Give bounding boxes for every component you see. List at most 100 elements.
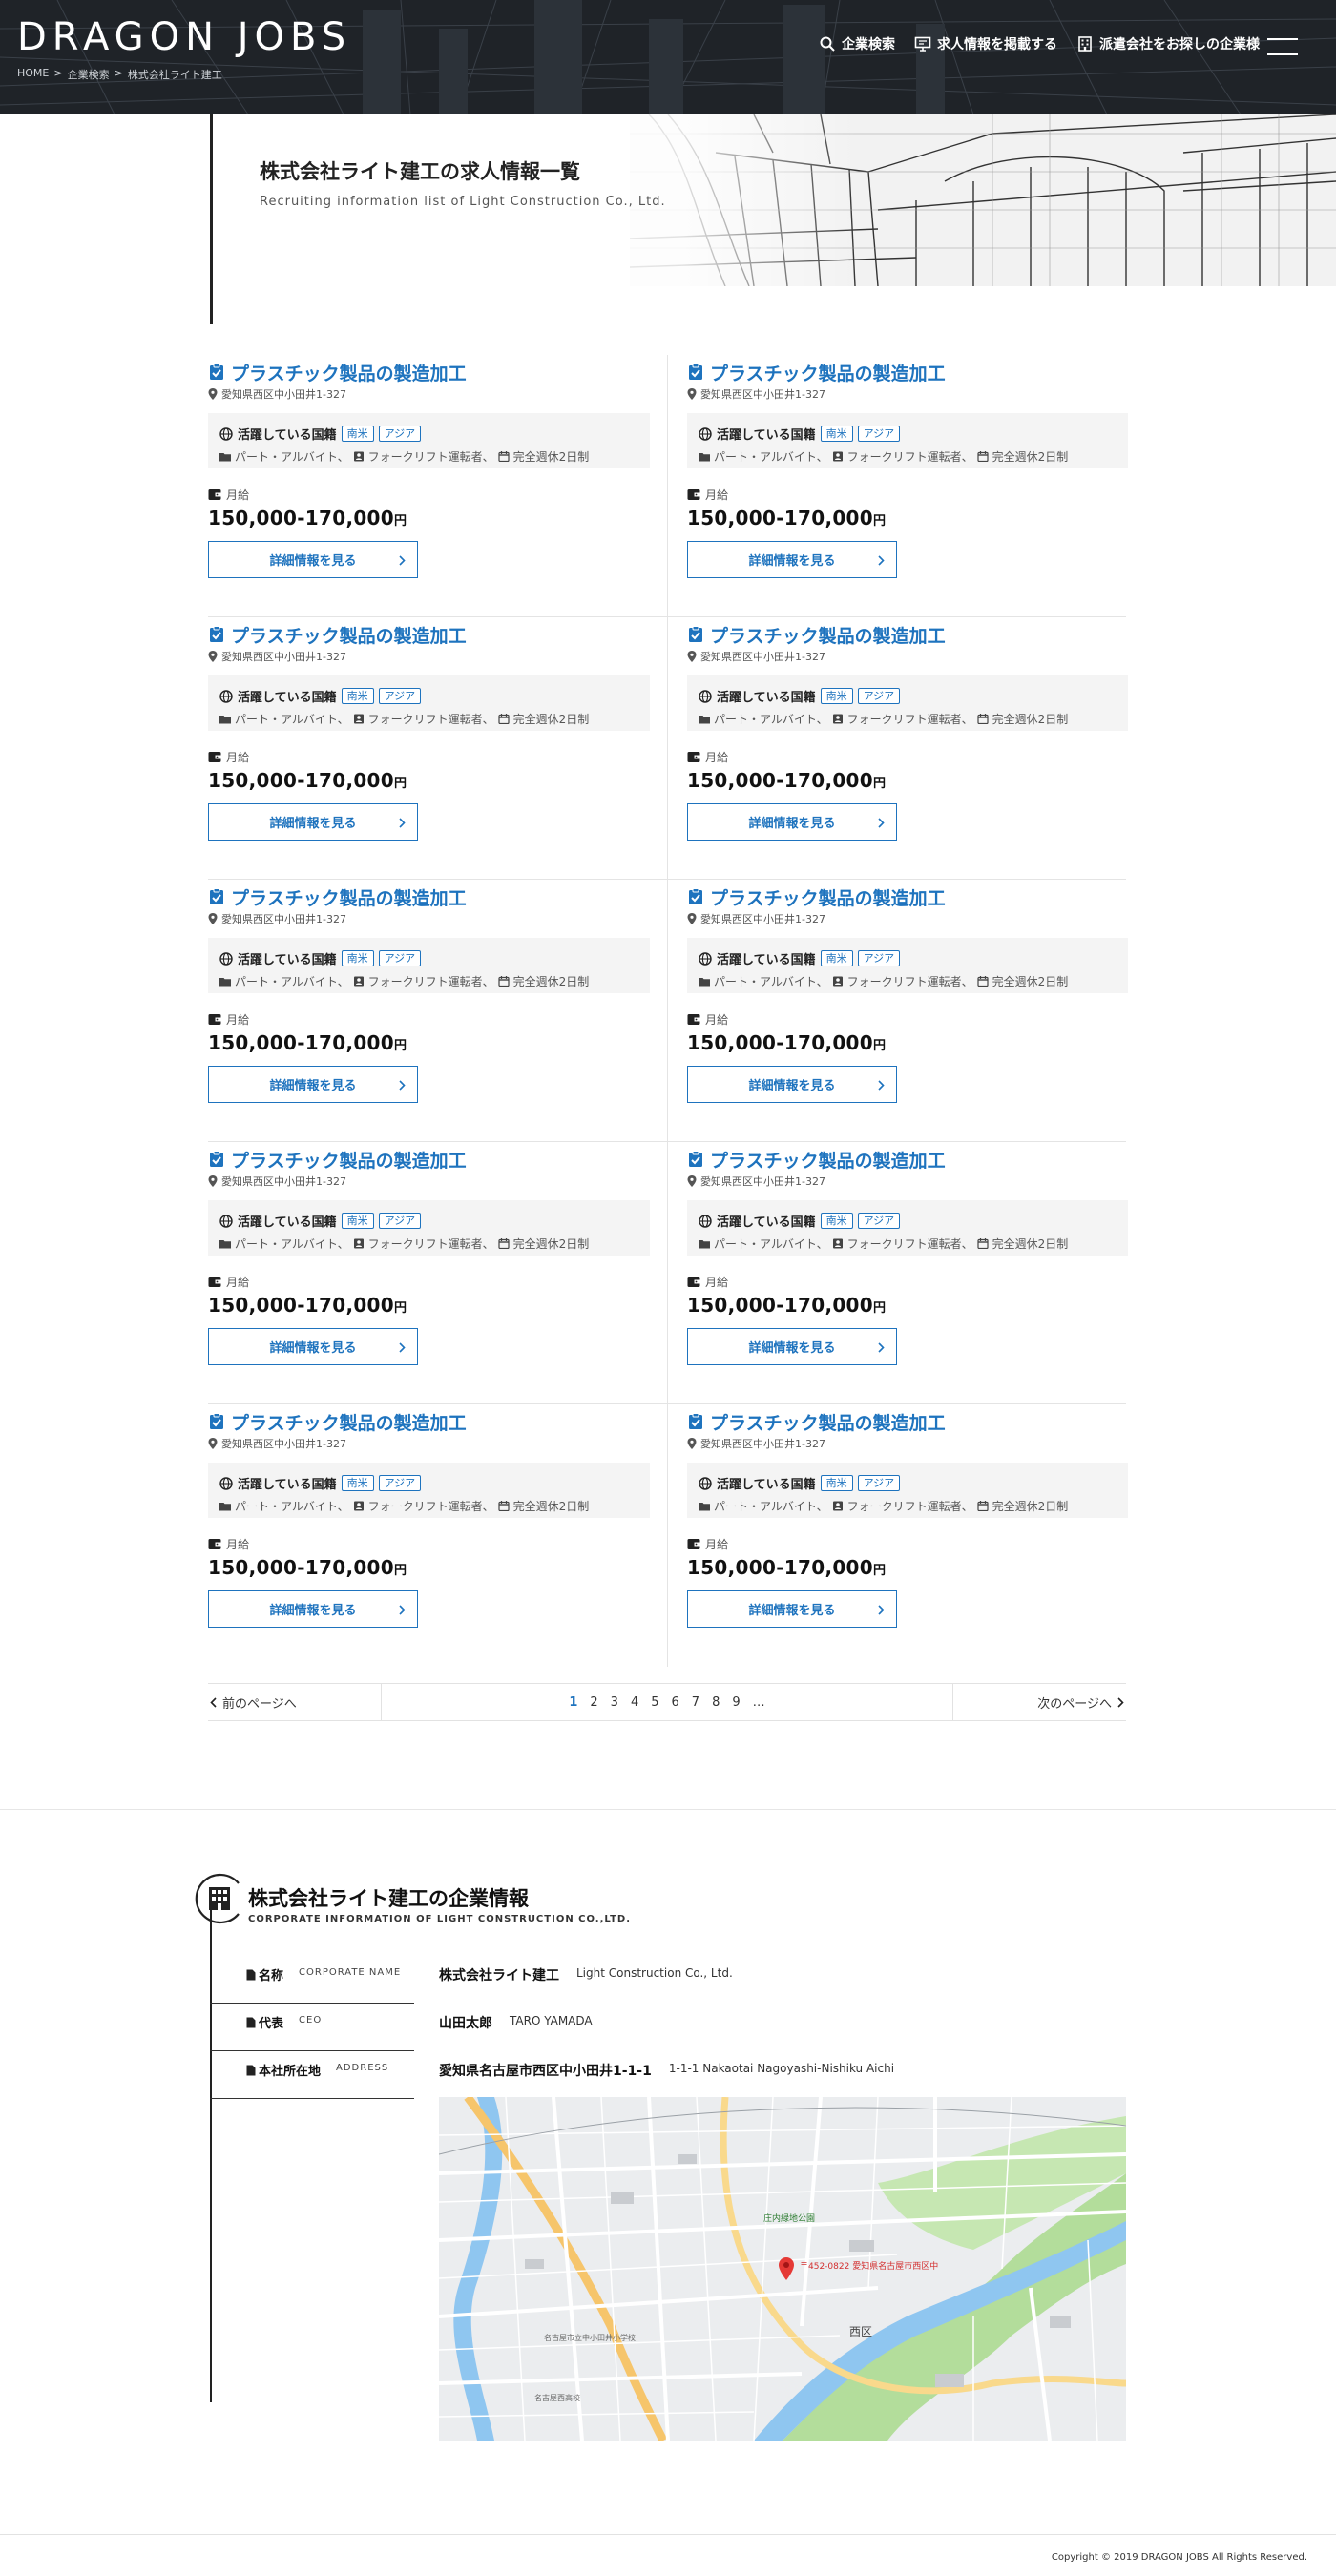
next-page-link[interactable]: 次のページへ <box>952 1684 1126 1720</box>
job-conditions: パート・アルバイト、 フォークリフト運転者、 完全週休2日制 <box>699 1498 1117 1514</box>
salary-label: 月給 <box>687 1011 1128 1028</box>
job-title-link[interactable]: プラスチック製品の製造加工 <box>687 885 1128 909</box>
globe-icon <box>699 1476 712 1490</box>
salary-currency: 円 <box>394 777 407 791</box>
copyright: Copyright © 2019 DRAGON JOBS All Rights … <box>1051 2552 1307 2563</box>
job-nationalities: 活躍している国籍 南米 アジア <box>699 1212 1117 1230</box>
holiday-policy: 完全週休2日制 <box>992 450 1069 464</box>
view-details-button[interactable]: 詳細情報を見る <box>208 1066 418 1103</box>
view-details-button[interactable]: 詳細情報を見る <box>208 1328 418 1365</box>
company-location-map[interactable]: 〒452-0822 愛知県名古屋市西区中 西区 庄内緑地公園 名古屋市立中小田井… <box>439 2097 1126 2441</box>
job-title-link[interactable]: プラスチック製品の製造加工 <box>208 1410 650 1434</box>
view-details-label: 詳細情報を見る <box>748 1341 836 1356</box>
job-title-link[interactable]: プラスチック製品の製造加工 <box>208 623 650 647</box>
salary-label-text: 月給 <box>705 1013 729 1027</box>
breadcrumb-company-search[interactable]: 企業検索 <box>68 67 110 82</box>
map-pin-icon <box>208 1175 218 1187</box>
salary-currency: 円 <box>873 777 887 791</box>
view-details-button[interactable]: 詳細情報を見る <box>687 1328 897 1365</box>
view-details-button[interactable]: 詳細情報を見る <box>687 541 897 578</box>
site-logo[interactable]: DRAGON JOBS <box>17 15 351 59</box>
holiday-policy: 完全週休2日制 <box>512 450 590 464</box>
employment-type: パート・アルバイト、 <box>235 975 349 988</box>
breadcrumb-home[interactable]: HOME <box>17 67 49 82</box>
map-pin-icon <box>208 1438 218 1449</box>
job-card: プラスチック製品の製造加工 愛知県西区中小田井1-327 活躍している国籍 南米… <box>208 880 667 1141</box>
view-details-button[interactable]: 詳細情報を見る <box>687 1590 897 1628</box>
view-details-button[interactable]: 詳細情報を見る <box>687 803 897 841</box>
globe-icon <box>219 1476 233 1490</box>
nav-post-job[interactable]: 求人情報を掲載する <box>914 34 1057 53</box>
breadcrumb-separator: > <box>53 67 63 79</box>
salary-value: 150,000-170,000 <box>687 1294 873 1317</box>
map-pin-icon <box>208 651 218 662</box>
nationality-tag: アジア <box>378 688 422 704</box>
job-title-link[interactable]: プラスチック製品の製造加工 <box>687 1148 1128 1172</box>
section-divider <box>0 1809 1336 1810</box>
salary-value: 150,000-170,000 <box>687 769 873 792</box>
salary-label-text: 月給 <box>705 1276 729 1289</box>
page-number[interactable]: 3 <box>611 1695 618 1710</box>
chevron-right-icon <box>878 1605 885 1615</box>
globe-icon <box>699 689 712 703</box>
job-summary-box: 活躍している国籍 南米 アジア パート・アルバイト、 フォークリフト運転者、 完… <box>687 1463 1128 1518</box>
page-number[interactable]: 7 <box>692 1695 699 1710</box>
page-number[interactable]: 4 <box>631 1695 638 1710</box>
job-title-link[interactable]: プラスチック製品の製造加工 <box>687 623 1128 647</box>
wallet-icon <box>687 1277 700 1287</box>
prev-page-label: 前のページへ <box>222 1696 297 1712</box>
nav-company-search[interactable]: 企業検索 <box>819 34 895 53</box>
salary-amount: 150,000-170,000円 <box>208 1294 650 1317</box>
job-title-link[interactable]: プラスチック製品の製造加工 <box>208 885 650 909</box>
view-details-label: 詳細情報を見る <box>269 554 357 569</box>
job-title-link[interactable]: プラスチック製品の製造加工 <box>687 1410 1128 1434</box>
page-number[interactable]: 9 <box>732 1695 740 1710</box>
employment-type: パート・アルバイト、 <box>235 450 349 464</box>
nav-staffing-clients[interactable]: 派遣会社をお探しの企業様 <box>1076 34 1260 53</box>
salary-value: 150,000-170,000 <box>208 1556 394 1579</box>
job-row: プラスチック製品の製造加工 愛知県西区中小田井1-327 活躍している国籍 南米… <box>208 1142 1128 1404</box>
job-title: プラスチック製品の製造加工 <box>231 363 467 384</box>
chevron-right-icon <box>878 1080 885 1091</box>
salary-label: 月給 <box>208 1011 650 1028</box>
job-conditions: パート・アルバイト、 フォークリフト運転者、 完全週休2日制 <box>219 448 638 465</box>
hamburger-icon[interactable] <box>1267 36 1298 57</box>
folder-icon <box>699 1240 710 1249</box>
salary-label-text: 月給 <box>226 1276 250 1289</box>
view-details-label: 詳細情報を見る <box>269 1341 357 1356</box>
map-pin-icon <box>687 388 697 400</box>
view-details-button[interactable]: 詳細情報を見る <box>687 1066 897 1103</box>
breadcrumb-current: 株式会社ライト建工 <box>127 69 222 81</box>
folder-icon <box>699 978 710 987</box>
employment-type: パート・アルバイト、 <box>235 713 349 726</box>
job-location-text: 愛知県西区中小田井1-327 <box>700 651 825 663</box>
job-title-link[interactable]: プラスチック製品の製造加工 <box>208 1148 650 1172</box>
company-info-labels: 名称 CORPORATE NAME 代表 CEO 本社所在地 ADDRESS <box>210 1956 414 2099</box>
nationality-tag: 南米 <box>341 1475 374 1491</box>
job-title-link[interactable]: プラスチック製品の製造加工 <box>208 361 650 384</box>
nationalities-label: 活躍している国籍 <box>238 428 337 443</box>
salary-label-text: 月給 <box>226 1013 250 1027</box>
view-details-button[interactable]: 詳細情報を見る <box>208 1590 418 1628</box>
prev-page-link[interactable]: 前のページへ <box>208 1684 382 1720</box>
salary-amount: 150,000-170,000円 <box>687 1031 1128 1054</box>
salary-value: 150,000-170,000 <box>208 1294 394 1317</box>
clipboard-check-icon <box>210 364 223 380</box>
calendar-icon <box>977 976 989 987</box>
view-details-button[interactable]: 詳細情報を見る <box>208 541 418 578</box>
page-number[interactable]: 8 <box>712 1695 720 1710</box>
salary-label: 月給 <box>208 487 650 503</box>
id-badge-icon <box>832 1501 843 1511</box>
salary-currency: 円 <box>394 1301 407 1316</box>
job-title-link[interactable]: プラスチック製品の製造加工 <box>687 361 1128 384</box>
employment-type: パート・アルバイト、 <box>714 975 828 988</box>
page-number-current[interactable]: 1 <box>569 1695 577 1710</box>
nationality-tag: アジア <box>857 688 901 704</box>
page-number[interactable]: 2 <box>590 1695 597 1710</box>
view-details-button[interactable]: 詳細情報を見る <box>208 803 418 841</box>
job-card: プラスチック製品の製造加工 愛知県西区中小田井1-327 活躍している国籍 南米… <box>667 355 1128 616</box>
salary-amount: 150,000-170,000円 <box>208 1031 650 1054</box>
label-text: 代表 <box>259 2017 284 2031</box>
page-number[interactable]: 5 <box>651 1695 658 1710</box>
page-number[interactable]: 6 <box>672 1695 679 1710</box>
